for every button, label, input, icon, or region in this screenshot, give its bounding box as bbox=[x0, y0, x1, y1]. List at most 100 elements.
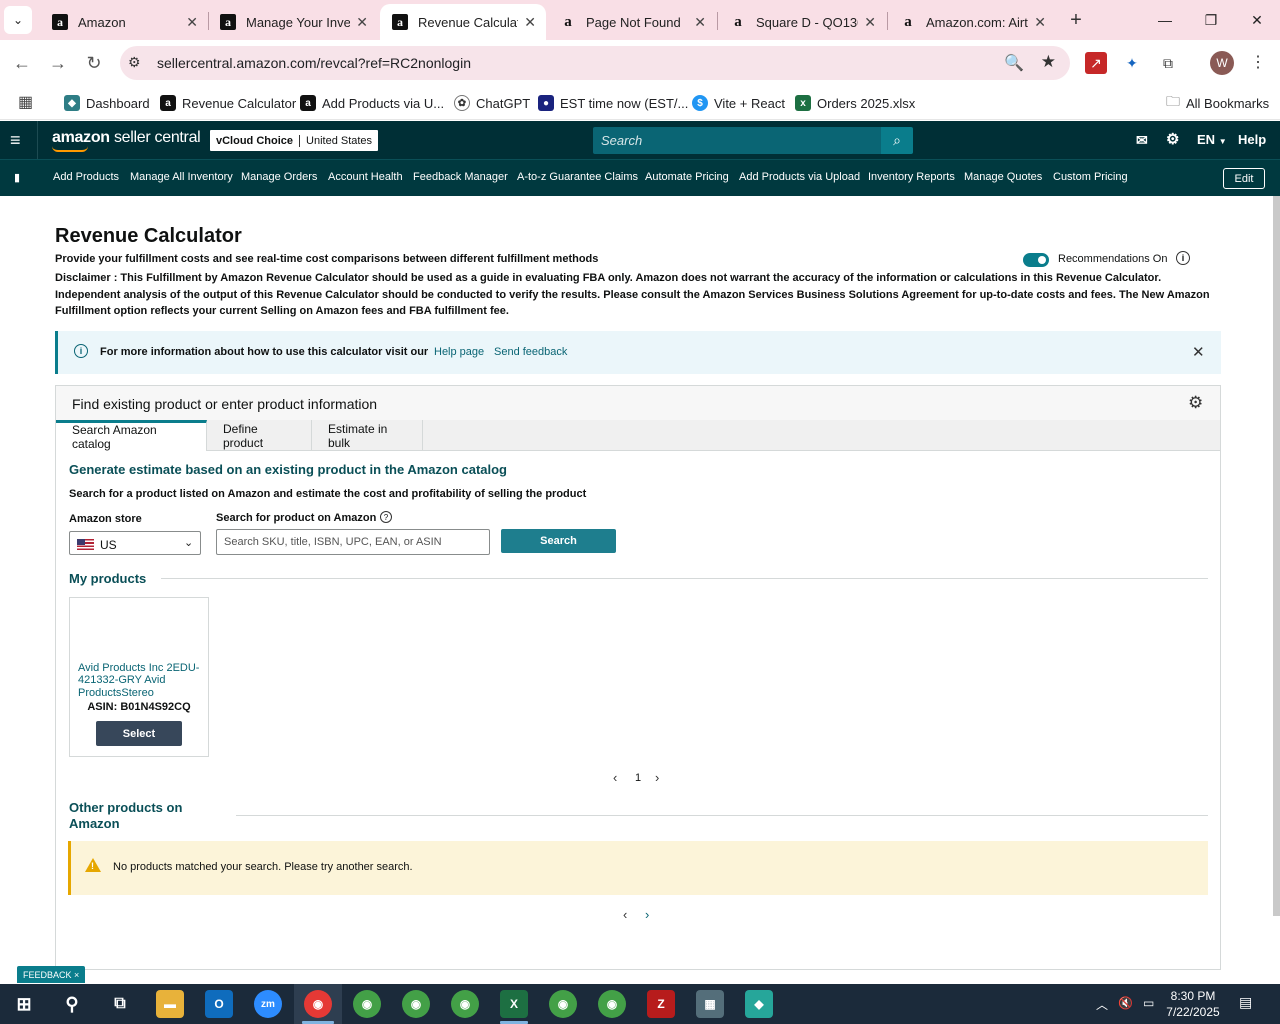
back-arrow-icon[interactable]: ← bbox=[9, 50, 35, 76]
window-close-icon[interactable]: ✕ bbox=[1234, 0, 1280, 40]
search-icon[interactable]: ⌕ bbox=[881, 127, 913, 154]
nav-manage-all-inventory[interactable]: Manage All Inventory bbox=[130, 171, 233, 183]
tab-search-menu-icon[interactable]: ⌄ bbox=[4, 6, 32, 34]
browser-tab[interactable]: a Manage Your Inve ✕ bbox=[208, 4, 378, 40]
minimize-icon[interactable]: — bbox=[1142, 0, 1188, 40]
profile-avatar[interactable]: W bbox=[1210, 51, 1234, 75]
seller-central-logo[interactable]: amazon seller central bbox=[52, 129, 201, 152]
bookmark-vite-react[interactable]: $ Vite + React bbox=[692, 92, 785, 114]
app-icon[interactable]: ◆ bbox=[745, 990, 773, 1018]
zoom-app-icon[interactable]: zm bbox=[254, 990, 282, 1018]
settings-gear-icon[interactable]: ⚙ bbox=[1188, 393, 1203, 413]
chrome-icon[interactable]: ◉ bbox=[598, 990, 626, 1018]
select-product-button[interactable]: Select bbox=[96, 721, 182, 746]
chrome-icon[interactable]: ◉ bbox=[304, 990, 332, 1018]
tab-define-product[interactable]: Define product bbox=[207, 420, 312, 451]
nav-account-health[interactable]: Account Health bbox=[328, 171, 403, 183]
bookmark-dashboard[interactable]: ◆ Dashboard bbox=[64, 92, 150, 114]
network-icon[interactable]: ▭ bbox=[1143, 996, 1154, 1010]
info-icon[interactable]: i bbox=[1176, 251, 1190, 265]
browser-tab[interactable]: a Amazon.com: Airt ✕ bbox=[888, 4, 1056, 40]
notifications-icon[interactable]: ▤ bbox=[1239, 994, 1252, 1011]
chrome-icon[interactable]: ◉ bbox=[549, 990, 577, 1018]
bookmark-nav-icon[interactable]: ▮ bbox=[14, 171, 20, 184]
extensions-puzzle-icon[interactable]: ⧉ bbox=[1157, 52, 1179, 74]
tab-close-icon[interactable]: ✕ bbox=[694, 14, 706, 31]
help-page-link[interactable]: Help page bbox=[434, 346, 484, 358]
search-icon[interactable]: ⚲ bbox=[58, 990, 86, 1018]
nav-manage-orders[interactable]: Manage Orders bbox=[241, 171, 317, 183]
nav-add-products[interactable]: Add Products bbox=[53, 171, 119, 183]
bookmark-chatgpt[interactable]: ✿ ChatGPT bbox=[454, 92, 530, 114]
product-name-link[interactable]: Avid Products Inc 2EDU-421332-GRY Avid P… bbox=[78, 662, 202, 699]
url-text[interactable]: sellercentral.amazon.com/revcal?ref=RC2n… bbox=[157, 55, 471, 71]
chevron-right-icon[interactable]: › bbox=[645, 907, 649, 922]
reload-icon[interactable]: ↻ bbox=[81, 50, 107, 76]
system-clock[interactable]: 8:30 PM 7/22/2025 bbox=[1158, 988, 1228, 1020]
address-bar[interactable]: ⚙ sellercentral.amazon.com/revcal?ref=RC… bbox=[120, 46, 1070, 80]
recommendations-toggle[interactable] bbox=[1023, 253, 1049, 267]
nav-edit-button[interactable]: Edit bbox=[1223, 168, 1265, 189]
page-number[interactable]: 1 bbox=[635, 772, 641, 784]
help-link[interactable]: Help bbox=[1238, 132, 1266, 147]
filezilla-icon[interactable]: Z bbox=[647, 990, 675, 1018]
settings-gear-icon[interactable]: ⚙ bbox=[1166, 130, 1179, 148]
new-tab-plus-icon[interactable]: + bbox=[1064, 8, 1088, 32]
nav-automate-pricing[interactable]: Automate Pricing bbox=[645, 171, 729, 183]
help-question-icon[interactable]: ? bbox=[380, 511, 392, 523]
language-selector[interactable]: EN ▼ bbox=[1197, 132, 1227, 147]
browser-tab[interactable]: a Square D - QO130 ✕ bbox=[718, 4, 886, 40]
browser-tab-active[interactable]: a Revenue Calculato ✕ bbox=[380, 4, 546, 40]
chevron-right-icon[interactable]: › bbox=[655, 770, 659, 785]
seller-search-input[interactable]: Search bbox=[593, 127, 881, 154]
excel-icon[interactable]: X bbox=[500, 990, 528, 1018]
restore-icon[interactable]: ❐ bbox=[1188, 0, 1234, 40]
apps-grid-icon[interactable]: ▦ bbox=[18, 92, 33, 112]
tab-estimate-in-bulk[interactable]: Estimate in bulk bbox=[312, 420, 423, 451]
bookmark-revenue-calculator[interactable]: a Revenue Calculator bbox=[160, 92, 296, 114]
bookmark-orders-xlsx[interactable]: x Orders 2025.xlsx bbox=[795, 92, 915, 114]
nav-a-to-z-claims[interactable]: A-to-z Guarantee Claims bbox=[517, 171, 638, 183]
product-search-input[interactable] bbox=[216, 529, 490, 555]
browser-tab[interactable]: a Page Not Found ✕ bbox=[548, 4, 716, 40]
chevron-up-icon[interactable]: ︿ bbox=[1096, 996, 1108, 1013]
browser-menu-icon[interactable]: ⋮ bbox=[1250, 52, 1266, 72]
chevron-left-icon[interactable]: ‹ bbox=[613, 770, 617, 785]
browser-tab[interactable]: a Amazon ✕ bbox=[40, 4, 208, 40]
tab-close-icon[interactable]: ✕ bbox=[1034, 14, 1046, 31]
task-view-icon[interactable]: ⧉ bbox=[106, 990, 134, 1018]
all-bookmarks[interactable]: 🗀 All Bookmarks bbox=[1166, 92, 1269, 114]
windows-start-icon[interactable]: ⊞ bbox=[10, 990, 38, 1018]
mail-icon[interactable]: ✉ bbox=[1136, 132, 1148, 149]
tab-close-icon[interactable]: ✕ bbox=[186, 14, 198, 31]
volume-muted-icon[interactable]: 🔇 bbox=[1118, 996, 1133, 1010]
forward-arrow-icon[interactable]: → bbox=[45, 50, 71, 76]
hamburger-menu-icon[interactable]: ≡ bbox=[10, 130, 21, 151]
nav-custom-pricing[interactable]: Custom Pricing bbox=[1053, 171, 1128, 183]
close-icon[interactable]: ✕ bbox=[1192, 343, 1205, 361]
calculator-icon[interactable]: ▦ bbox=[696, 990, 724, 1018]
site-info-icon[interactable]: ⚙ bbox=[128, 54, 141, 71]
send-feedback-link[interactable]: Send feedback bbox=[494, 346, 567, 358]
pdf-extension-icon[interactable]: ↗ bbox=[1085, 52, 1107, 74]
tab-close-icon[interactable]: ✕ bbox=[864, 14, 876, 31]
nav-feedback-manager[interactable]: Feedback Manager bbox=[413, 171, 508, 183]
tab-search-amazon-catalog[interactable]: Search Amazon catalog bbox=[56, 420, 207, 451]
tab-close-icon[interactable]: ✕ bbox=[356, 14, 368, 31]
page-scrollbar[interactable] bbox=[1273, 196, 1280, 916]
bookmark-star-icon[interactable]: ★ bbox=[1041, 52, 1056, 72]
account-switcher[interactable]: vCloud Choice United States bbox=[210, 130, 379, 151]
chrome-icon[interactable]: ◉ bbox=[402, 990, 430, 1018]
file-explorer-icon[interactable]: ▬ bbox=[156, 990, 184, 1018]
bookmark-est-time[interactable]: ● EST time now (EST/... bbox=[538, 92, 688, 114]
search-button[interactable]: Search bbox=[501, 529, 616, 553]
feedback-tab[interactable]: FEEDBACK × bbox=[17, 966, 86, 983]
nav-inventory-reports[interactable]: Inventory Reports bbox=[868, 171, 955, 183]
amazon-store-select[interactable]: US ⌄ bbox=[69, 531, 201, 555]
zoom-icon[interactable]: 🔍 bbox=[1004, 53, 1024, 73]
chevron-left-icon[interactable]: ‹ bbox=[623, 907, 627, 922]
chrome-icon[interactable]: ◉ bbox=[353, 990, 381, 1018]
bookmark-add-products[interactable]: a Add Products via U... bbox=[300, 92, 444, 114]
extension-icon[interactable]: ✦ bbox=[1121, 52, 1143, 74]
nav-manage-quotes[interactable]: Manage Quotes bbox=[964, 171, 1042, 183]
